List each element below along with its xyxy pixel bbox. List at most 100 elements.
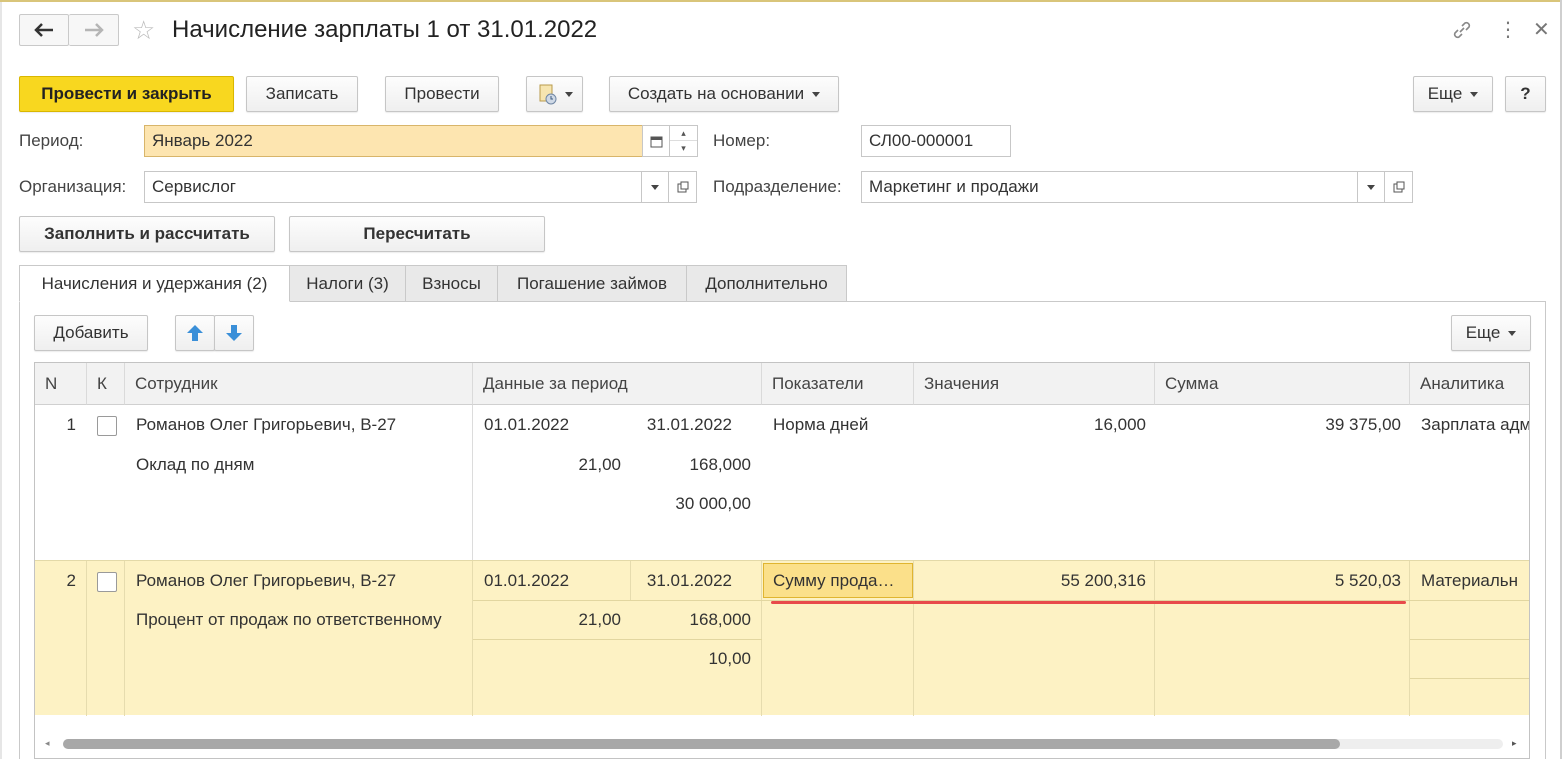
tab-additional[interactable]: Дополнительно [686, 265, 847, 302]
period-value-b: 168,000 [689, 610, 751, 629]
link-icon[interactable] [1451, 14, 1473, 51]
back-button[interactable] [19, 14, 69, 46]
calendar-icon [650, 136, 662, 147]
accruals-table[interactable]: N К Сотрудник Данные за период Показател… [34, 362, 1530, 759]
close-icon[interactable]: ✕ [1533, 14, 1550, 46]
accrual-type: Оклад по дням [136, 455, 255, 474]
column-divider [124, 561, 125, 716]
period-stepper[interactable]: ▴ ▾ [670, 125, 698, 157]
indicator: Норма дней [773, 415, 869, 434]
indicator-value: 55 200,316 [1060, 571, 1146, 590]
tab-loan-repayment[interactable]: Погашение займов [497, 265, 687, 302]
open-window-icon [1393, 181, 1404, 193]
window-title: Начисление зарплаты 1 от 31.01.2022 [172, 16, 598, 43]
stepper-up-icon[interactable]: ▴ [670, 126, 697, 141]
column-header-analytics[interactable]: Аналитика [1410, 363, 1529, 405]
period-value-c: 30 000,00 [675, 494, 751, 513]
column-header-values[interactable]: Значения [914, 363, 1155, 405]
recalculate-button[interactable]: Пересчитать [289, 216, 545, 252]
forward-button[interactable] [69, 14, 119, 46]
table-more-button[interactable]: Еще [1451, 315, 1531, 351]
tab-contributions[interactable]: Взносы [405, 265, 498, 302]
scrollbar-thumb[interactable] [63, 739, 1340, 749]
scroll-right-icon[interactable]: ▸ [1512, 738, 1517, 749]
favorite-star-icon[interactable]: ☆ [132, 14, 155, 46]
period-value-c: 10,00 [708, 649, 751, 668]
organization-input[interactable]: Сервислог [144, 171, 642, 203]
date-from: 01.01.2022 [484, 571, 570, 590]
column-header-indicators[interactable]: Показатели [762, 363, 914, 405]
scroll-left-icon[interactable]: ◂ [45, 738, 50, 749]
window-left-border [0, 2, 2, 759]
chevron-down-icon [564, 91, 573, 97]
create-based-on-label: Создать на основании [627, 84, 805, 103]
column-divider [472, 405, 473, 560]
employee-name: Романов Олег Григорьевич, В-27 [136, 571, 397, 590]
table-row[interactable]: 1 Романов Олег Григорьевич, В-27 Оклад п… [35, 405, 1530, 560]
table-more-label: Еще [1465, 323, 1501, 342]
organization-dropdown-button[interactable] [641, 171, 669, 203]
save-button[interactable]: Записать [246, 76, 358, 112]
add-row-button[interactable]: Добавить [34, 315, 148, 351]
sum: 39 375,00 [1325, 415, 1401, 434]
indicator[interactable]: Сумму прода… [773, 571, 908, 591]
column-header-employee[interactable]: Сотрудник [125, 363, 473, 405]
organization-open-button[interactable] [669, 171, 697, 203]
date-to: 31.01.2022 [646, 415, 732, 434]
row-divider [1410, 639, 1529, 640]
period-value-a: 21,00 [578, 610, 621, 629]
column-header-n[interactable]: N [35, 363, 87, 405]
help-button[interactable]: ? [1505, 76, 1546, 112]
window-top-border [0, 0, 1562, 2]
row-number: 2 [66, 571, 76, 590]
stepper-down-icon[interactable]: ▾ [670, 141, 697, 156]
period-input[interactable]: Январь 2022 [144, 125, 643, 157]
tab-taxes[interactable]: Налоги (3) [289, 265, 406, 302]
tab-accruals[interactable]: Начисления и удержания (2) [19, 265, 290, 302]
employee-name: Романов Олег Григорьевич, В-27 [136, 415, 397, 434]
row-checkbox[interactable] [97, 416, 117, 436]
number-input[interactable]: СЛ00-000001 [861, 125, 1011, 157]
chevron-down-icon [1508, 330, 1517, 336]
table-row-selected[interactable]: 2 Романов Олег Григорьевич, В-27 Процент… [35, 560, 1529, 716]
row-divider [473, 639, 762, 640]
department-dropdown-button[interactable] [1357, 171, 1385, 203]
row-checkbox[interactable] [97, 572, 117, 592]
indicator-value: 16,000 [1094, 415, 1146, 434]
column-divider [913, 561, 914, 716]
row-number: 1 [66, 415, 76, 434]
arrow-up-icon [187, 325, 203, 341]
document-report-icon [539, 84, 556, 105]
more-button[interactable]: Еще [1413, 76, 1493, 112]
department-input[interactable]: Маркетинг и продажи [861, 171, 1358, 203]
number-label: Номер: [713, 131, 771, 150]
create-based-on-button[interactable]: Создать на основании [609, 76, 839, 112]
fill-and-calculate-button[interactable]: Заполнить и рассчитать [19, 216, 275, 252]
analytics: Зарплата адм [1421, 415, 1530, 434]
date-to: 31.01.2022 [646, 571, 732, 590]
move-down-button[interactable] [214, 315, 254, 351]
column-header-period-data[interactable]: Данные за период [473, 363, 762, 405]
more-vertical-icon[interactable]: ⋮ [1498, 14, 1518, 46]
sum: 5 520,03 [1334, 571, 1401, 590]
calendar-button[interactable] [642, 125, 670, 157]
column-divider [86, 561, 87, 716]
column-header-sum[interactable]: Сумма [1155, 363, 1410, 405]
reports-dropdown-button[interactable] [526, 76, 583, 112]
organization-label: Организация: [19, 177, 127, 196]
chevron-down-icon [812, 91, 821, 97]
arrow-down-icon [226, 325, 242, 341]
horizontal-scrollbar[interactable]: ◂ ▸ [35, 729, 1529, 758]
chevron-down-icon [1367, 184, 1375, 190]
period-value-a: 21,00 [578, 455, 621, 474]
column-divider [1154, 561, 1155, 716]
period-value-b: 168,000 [689, 455, 751, 474]
more-label: Еще [1427, 84, 1463, 103]
post-and-close-button[interactable]: Провести и закрыть [19, 76, 234, 112]
chevron-down-icon [651, 184, 659, 190]
department-open-button[interactable] [1385, 171, 1413, 203]
column-header-k[interactable]: К [87, 363, 125, 405]
period-label: Период: [19, 131, 84, 150]
move-up-button[interactable] [175, 315, 215, 351]
post-button[interactable]: Провести [385, 76, 499, 112]
